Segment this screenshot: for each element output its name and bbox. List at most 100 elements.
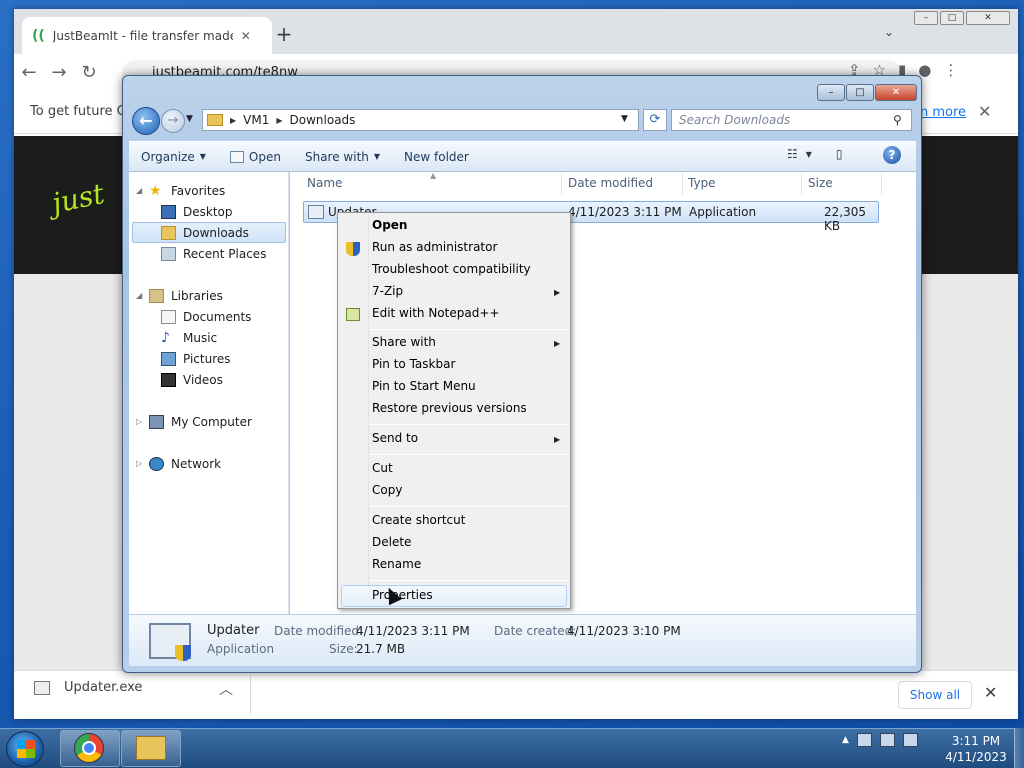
nav-downloads[interactable]: Downloads (132, 222, 286, 243)
column-name[interactable]: Name (307, 176, 342, 190)
chevron-up-icon[interactable]: ︿ (219, 679, 233, 699)
show-hidden-icons-icon[interactable]: ▲ (842, 735, 849, 745)
nav-my-computer[interactable]: ▷ My Computer (136, 411, 252, 432)
preview-pane-icon[interactable]: ▯ (836, 147, 843, 161)
details-date-modified-label: Date modified: (274, 624, 364, 638)
explorer-address-bar[interactable]: ▶ VM1 ▶ Downloads (202, 109, 639, 131)
action-center-icon[interactable] (856, 733, 872, 747)
column-headers: Name Date modified Type Size (290, 173, 916, 195)
breadcrumb-downloads[interactable]: Downloads (290, 113, 356, 127)
menu-item-cut[interactable]: Cut (372, 461, 393, 475)
search-icon[interactable]: ⚲ (893, 113, 902, 127)
new-folder-button[interactable]: New folder (392, 150, 481, 164)
tab-search-icon[interactable]: ⌄ (884, 25, 894, 39)
organize-button[interactable]: Organize ▼ (129, 150, 218, 164)
divider (250, 674, 251, 714)
info-bar-close-icon[interactable]: ✕ (978, 102, 991, 121)
system-tray: ▲ (842, 733, 918, 747)
menu-item-open[interactable]: Open (372, 218, 407, 232)
nav-label: Libraries (171, 288, 223, 303)
reload-icon[interactable]: ↻ (74, 62, 104, 83)
close-button[interactable]: ✕ (966, 11, 1010, 25)
help-icon[interactable]: ? (883, 146, 901, 164)
collapse-arrow-icon[interactable]: ◢ (136, 291, 142, 300)
show-desktop-button[interactable] (1014, 728, 1024, 768)
menu-item-delete[interactable]: Delete (372, 535, 411, 549)
exe-file-icon (34, 680, 50, 695)
explorer-minimize-button[interactable]: – (817, 84, 845, 101)
new-tab-button[interactable]: + (272, 23, 296, 47)
chevron-down-icon[interactable]: ▼ (806, 150, 812, 159)
menu-item-create-shortcut[interactable]: Create shortcut (372, 513, 465, 527)
nav-favorites[interactable]: ◢ ★ Favorites (136, 180, 225, 201)
search-input[interactable]: Search Downloads (671, 109, 912, 131)
column-date-modified[interactable]: Date modified (568, 176, 653, 190)
nav-network[interactable]: ▷ Network (136, 453, 221, 474)
downloads-bar-close-icon[interactable]: ✕ (984, 683, 997, 702)
menu-item-send-to[interactable]: Send to (372, 431, 418, 445)
chevron-down-icon: ▼ (199, 152, 206, 161)
share-with-button[interactable]: Share with ▼ (293, 150, 392, 164)
nav-libraries[interactable]: ◢ Libraries (136, 285, 223, 306)
divider (561, 173, 562, 195)
refresh-icon[interactable]: ⟳ (643, 109, 667, 131)
forward-arrow-icon[interactable]: → (44, 62, 74, 83)
breadcrumb-vm1[interactable]: VM1 (243, 113, 269, 127)
collapse-arrow-icon[interactable]: ◢ (136, 186, 142, 195)
view-options-icon[interactable]: ☷ (787, 147, 798, 161)
menu-item-notepad[interactable]: Edit with Notepad++ (372, 306, 499, 320)
back-button[interactable]: ← (132, 107, 160, 135)
menu-item-share-with[interactable]: Share with (372, 335, 436, 349)
forward-button[interactable]: → (161, 109, 185, 133)
menu-item-7zip[interactable]: 7-Zip (372, 284, 403, 298)
menu-item-rename[interactable]: Rename (372, 557, 421, 571)
file-size: 22,305 KB (824, 205, 866, 233)
explorer-close-button[interactable]: ✕ (875, 84, 917, 101)
system-clock[interactable]: 3:11 PM 4/11/2023 (944, 733, 1008, 765)
expand-arrow-icon[interactable]: ▷ (136, 459, 142, 468)
menu-item-pin-start[interactable]: Pin to Start Menu (372, 379, 476, 393)
learn-more-link[interactable]: n more (920, 105, 966, 120)
menu-item-restore[interactable]: Restore previous versions (372, 401, 527, 415)
show-all-button[interactable]: Show all (898, 681, 972, 709)
breadcrumb-separator-icon[interactable]: ▶ (230, 116, 236, 125)
menu-item-run-as-admin[interactable]: Run as administrator (372, 240, 497, 254)
menu-item-troubleshoot[interactable]: Troubleshoot compatibility (372, 262, 531, 276)
address-dropdown-icon[interactable]: ▼ (621, 114, 628, 124)
history-dropdown-icon[interactable]: ▼ (186, 114, 193, 124)
menu-item-pin-taskbar[interactable]: Pin to Taskbar (372, 357, 455, 371)
nav-videos[interactable]: Videos (161, 369, 223, 390)
menu-kebab-icon[interactable]: ⋮ (943, 61, 958, 79)
minimize-button[interactable]: – (914, 11, 938, 25)
expand-arrow-icon[interactable]: ▷ (136, 417, 142, 426)
column-size[interactable]: Size (808, 176, 833, 190)
view-controls: ☷ ▼ ▯ (787, 147, 843, 161)
menu-separator (370, 580, 568, 581)
explorer-maximize-button[interactable]: □ (846, 84, 874, 101)
volume-icon[interactable] (902, 733, 918, 747)
maximize-button[interactable]: □ (940, 11, 964, 25)
download-item[interactable]: Updater.exe (34, 680, 142, 695)
browser-tab[interactable]: (( JustBeamIt - file transfer made ea ✕ (22, 17, 272, 54)
nav-pictures[interactable]: Pictures (161, 348, 231, 369)
open-button[interactable]: Open (218, 150, 293, 164)
menu-separator (370, 329, 568, 330)
network-tray-icon[interactable] (879, 733, 895, 747)
nav-music[interactable]: ♪ Music (161, 327, 217, 348)
window-controls: – □ ✕ (914, 11, 1010, 25)
menu-item-copy[interactable]: Copy (372, 483, 402, 497)
breadcrumb-separator-icon[interactable]: ▶ (276, 116, 282, 125)
nav-documents[interactable]: Documents (161, 306, 251, 327)
submenu-arrow-icon: ▶ (554, 339, 561, 348)
nav-desktop[interactable]: Desktop (161, 201, 233, 222)
tab-close-icon[interactable]: ✕ (241, 29, 251, 43)
star-icon: ★ (149, 182, 162, 199)
network-icon (149, 456, 164, 471)
column-type[interactable]: Type (688, 176, 716, 190)
back-arrow-icon[interactable]: ← (14, 62, 44, 83)
nav-recent-places[interactable]: Recent Places (161, 243, 266, 264)
submenu-arrow-icon: ▶ (554, 288, 561, 297)
uac-shield-icon (175, 645, 191, 661)
details-name: Updater (207, 623, 260, 638)
sort-ascending-icon: ▲ (430, 171, 437, 180)
